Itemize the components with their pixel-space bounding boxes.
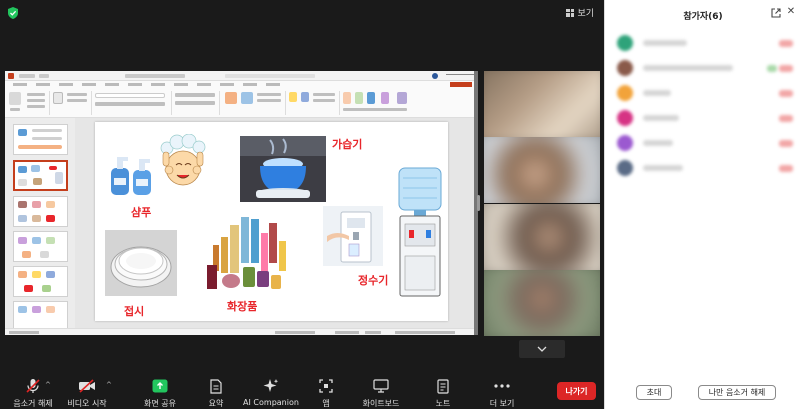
ppt-status-bar: [5, 328, 478, 335]
whiteboard-label: 화이트보드: [362, 399, 400, 408]
current-slide: 샴푸 가습기 접시 화장품 정수기: [95, 122, 448, 321]
view-button[interactable]: 보기: [566, 6, 594, 19]
ai-companion-button[interactable]: AI Companion: [240, 370, 302, 409]
slide-thumbnail-selected[interactable]: [13, 160, 68, 191]
leave-button[interactable]: 나가기: [557, 382, 596, 400]
view-label: 보기: [577, 9, 594, 19]
slide-thumbnail[interactable]: [13, 196, 68, 227]
meeting-area: 보기 샴푸 가습기 접시 화장품 정수기 음소거 해제 ^ 비디오 시작 ^ 화…: [0, 0, 604, 409]
host-badge: [767, 65, 777, 72]
ellipsis-icon: [492, 377, 512, 395]
unmute-button[interactable]: 음소거 해제: [7, 370, 59, 409]
mic-status-icon: [779, 40, 793, 47]
close-icon[interactable]: ✕: [786, 7, 796, 17]
divider-drag-handle[interactable]: [477, 195, 480, 211]
participant-row[interactable]: [617, 160, 793, 176]
mic-status-icon: [779, 165, 793, 172]
ai-companion-label: AI Companion: [243, 398, 299, 407]
plate-image: [105, 230, 177, 296]
notes-button[interactable]: 노트: [430, 370, 456, 409]
ppt-menu-bar: [5, 81, 478, 88]
participant-name: [643, 90, 671, 96]
start-video-label: 비디오 시작: [67, 399, 107, 408]
plate-label: 접시: [124, 305, 145, 318]
share-screen-label: 화면 공유: [144, 399, 176, 408]
video-off-icon: [77, 377, 97, 395]
cosmetics-label: 화장품: [227, 300, 258, 313]
participants-panel: 참가자(6) ✕ 초대 나만 음소거 해제: [604, 0, 800, 409]
notes-icon: [433, 377, 453, 395]
participant-name: [643, 115, 679, 121]
apps-button[interactable]: 앱: [313, 370, 339, 409]
summary-label: 요약: [208, 399, 224, 408]
water-cooler-image: [398, 167, 442, 297]
notes-label: 노트: [435, 399, 451, 408]
participant-name: [643, 65, 733, 71]
apps-icon: [316, 377, 336, 395]
shampoo-label: 샴푸: [131, 206, 152, 219]
chevron-up-icon[interactable]: ^: [45, 381, 51, 389]
participant-name: [643, 40, 687, 46]
shampoo-bottles-image: [111, 157, 151, 195]
mic-status-icon: [779, 65, 793, 72]
invite-button[interactable]: 초대: [636, 385, 672, 400]
water-purifier-image: [323, 206, 383, 266]
ppt-ribbon: [5, 88, 478, 118]
document-icon: [206, 377, 226, 395]
participant-row[interactable]: [617, 110, 793, 126]
slide-thumbnails[interactable]: [5, 118, 75, 332]
whiteboard-icon: [371, 377, 391, 395]
meeting-toolbar: 음소거 해제 ^ 비디오 시작 ^ 화면 공유 요약 AI Companion …: [0, 370, 604, 409]
share-screen-button[interactable]: 화면 공유: [140, 370, 180, 409]
mic-off-icon: [23, 377, 43, 395]
humidifier-label: 가습기: [332, 138, 363, 151]
avatar: [617, 35, 633, 51]
more-button[interactable]: 더 보기: [484, 370, 520, 409]
shared-screen[interactable]: 샴푸 가습기 접시 화장품 정수기: [5, 71, 478, 335]
avatar: [617, 110, 633, 126]
apps-label: 앱: [322, 399, 330, 408]
participant-name: [643, 140, 673, 146]
participant-row[interactable]: [617, 60, 793, 76]
humidifier-image: [240, 136, 326, 202]
collapse-video-button[interactable]: [519, 340, 565, 358]
participant-row[interactable]: [617, 135, 793, 151]
whiteboard-button[interactable]: 화이트보드: [358, 370, 404, 409]
avatar: [617, 160, 633, 176]
unmute-label: 음소거 해제: [13, 399, 53, 408]
start-video-button[interactable]: 비디오 시작: [63, 370, 111, 409]
mic-status-icon: [779, 115, 793, 122]
shield-check-icon[interactable]: [8, 7, 18, 19]
chevron-down-icon: [537, 346, 547, 352]
sparkle-icon: [261, 377, 281, 395]
ppt-title-bar: [5, 71, 478, 81]
shampoo-child-image: [160, 134, 206, 186]
cosmetics-image: [207, 217, 286, 289]
mic-status-icon: [779, 140, 793, 147]
slide-thumbnail[interactable]: [13, 266, 68, 297]
avatar: [617, 60, 633, 76]
video-tile[interactable]: [484, 137, 600, 203]
participant-row[interactable]: [617, 85, 793, 101]
participant-name: [643, 165, 683, 171]
mic-status-icon: [779, 90, 793, 97]
ppt-workspace: 샴푸 가습기 접시 화장품 정수기: [5, 118, 478, 332]
slide-thumbnail[interactable]: [13, 124, 68, 155]
video-tile[interactable]: [484, 270, 600, 336]
video-tile[interactable]: [484, 204, 600, 270]
share-screen-icon: [150, 377, 170, 395]
popout-icon[interactable]: [771, 8, 781, 18]
water-purifier-label: 정수기: [358, 274, 389, 287]
grid-view-icon: [566, 8, 575, 17]
summary-button[interactable]: 요약: [200, 370, 232, 409]
slide-thumbnail[interactable]: [13, 231, 68, 262]
chevron-up-icon[interactable]: ^: [106, 381, 112, 389]
participant-row[interactable]: [617, 35, 793, 51]
video-tile[interactable]: [484, 71, 600, 137]
unmute-me-button[interactable]: 나만 음소거 해제: [698, 385, 776, 400]
avatar: [617, 135, 633, 151]
more-label: 더 보기: [489, 399, 515, 408]
avatar: [617, 85, 633, 101]
